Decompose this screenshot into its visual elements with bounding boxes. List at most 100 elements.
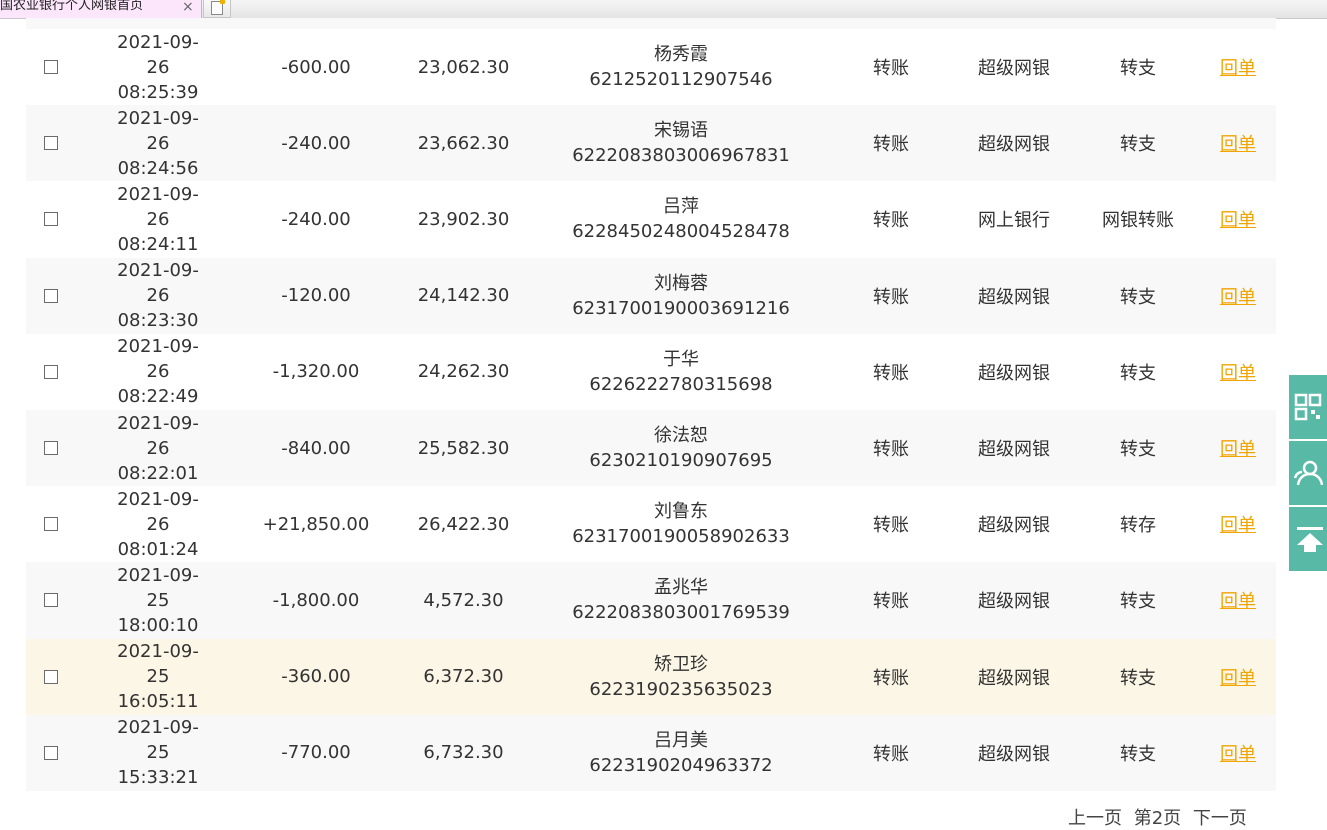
table-row: 2021-09-25 16:05:11 -360.00 6,372.30 矫卫珍 6223… — [26, 638, 1276, 715]
counterparty-cell: 杨秀霞 6212520112907546 — [556, 29, 806, 105]
receipt-link[interactable]: 回单 — [1220, 435, 1256, 461]
row-checkbox[interactable] — [44, 212, 58, 227]
counterparty-name: 吕月美 — [654, 729, 708, 751]
transaction-type-cell: 转账 — [873, 515, 909, 537]
table-body: 2021-09-26 08:25:39 -600.00 23,062.30 杨秀霞 621… — [26, 29, 1276, 791]
table-row: 2021-09-26 08:23:30 -120.00 24,142.30 刘梅蓉 623… — [26, 257, 1276, 334]
transaction-type-cell: 转账 — [873, 58, 909, 80]
datetime-cell: 2021-09-26 08:25:39 — [108, 29, 208, 105]
row-checkbox[interactable] — [44, 364, 58, 379]
transaction-table: 2021-09-26 08:25:39 -600.00 23,062.30 杨秀霞 621… — [26, 18, 1276, 791]
receipt-link[interactable]: 回单 — [1220, 206, 1256, 232]
qr-code-button[interactable] — [1289, 375, 1327, 439]
table-row: 2021-09-26 08:22:01 -840.00 25,582.30 徐法恕 623… — [26, 409, 1276, 487]
receipt-link[interactable]: 回单 — [1220, 54, 1256, 80]
table-row: 2021-09-25 15:33:21 -770.00 6,732.30 吕月美 6223… — [26, 714, 1276, 791]
transaction-date: 2021-09-26 — [117, 412, 199, 459]
channel-cell: 网上银行 — [978, 210, 1050, 232]
summary-cell: 转支 — [1120, 667, 1156, 689]
counterparty-name: 吕萍 — [663, 196, 699, 218]
transaction-time: 08:25:39 — [117, 81, 199, 103]
row-checkbox[interactable] — [44, 745, 58, 760]
amount-cell: -840.00 — [281, 437, 351, 459]
back-to-top-button[interactable] — [1289, 507, 1327, 571]
browser-tab[interactable]: 国农业银行个人网银首页 × — [0, 0, 202, 18]
close-icon[interactable]: × — [182, 0, 194, 14]
new-tab-button[interactable] — [203, 0, 231, 18]
transaction-date: 2021-09-25 — [117, 564, 199, 611]
transaction-date: 2021-09-26 — [117, 107, 199, 154]
table-row: 2021-09-26 08:22:49 -1,320.00 24,262.30 于华 62… — [26, 333, 1276, 410]
counterparty-account: 6228450248004528478 — [572, 221, 790, 243]
receipt-cell: 回单 — [1213, 105, 1263, 181]
transaction-time: 15:33:21 — [117, 767, 199, 789]
row-checkbox[interactable] — [44, 288, 58, 303]
balance-cell: 23,062.30 — [417, 56, 510, 78]
receipt-link[interactable]: 回单 — [1220, 740, 1256, 766]
counterparty-account: 6222083803001769539 — [572, 602, 790, 624]
channel-cell: 超级网银 — [978, 58, 1050, 80]
receipt-cell: 回单 — [1213, 258, 1263, 334]
counterparty-account: 6231700190058902633 — [572, 526, 790, 548]
channel-cell: 超级网银 — [978, 515, 1050, 537]
receipt-cell: 回单 — [1213, 29, 1263, 105]
row-checkbox[interactable] — [44, 669, 58, 684]
row-checkbox[interactable] — [44, 60, 58, 75]
transaction-date: 2021-09-26 — [117, 336, 199, 383]
row-checkbox[interactable] — [44, 136, 58, 151]
transaction-date: 2021-09-25 — [117, 641, 199, 688]
row-checkbox[interactable] — [44, 517, 58, 532]
transaction-date: 2021-09-26 — [117, 183, 199, 230]
row-select-cell — [26, 105, 76, 181]
amount-cell: -240.00 — [281, 208, 351, 230]
receipt-cell: 回单 — [1213, 181, 1263, 257]
row-select-cell — [26, 715, 76, 791]
receipt-cell: 回单 — [1213, 715, 1263, 791]
row-checkbox[interactable] — [44, 593, 58, 608]
receipt-link[interactable]: 回单 — [1220, 511, 1256, 537]
floating-toolbar — [1289, 375, 1327, 573]
balance-cell: 6,732.30 — [423, 742, 504, 764]
pagination: 上一页 第2页 下一页 — [1068, 804, 1253, 830]
amount-cell: -600.00 — [281, 56, 351, 78]
counterparty-name: 杨秀霞 — [654, 44, 708, 66]
receipt-link[interactable]: 回单 — [1220, 587, 1256, 613]
transaction-date: 2021-09-26 — [117, 488, 199, 535]
counterparty-account: 6222083803006967831 — [572, 145, 790, 167]
next-page-link[interactable]: 下一页 — [1193, 808, 1247, 829]
counterparty-cell: 徐法恕 6230210190907695 — [556, 410, 806, 486]
receipt-link[interactable]: 回单 — [1220, 283, 1256, 309]
table-row: 2021-09-26 08:01:24 +21,850.00 26,422.30 刘鲁东… — [26, 486, 1276, 563]
current-page-label: 第2页 — [1133, 808, 1182, 829]
datetime-cell: 2021-09-26 08:22:49 — [108, 334, 208, 410]
table-row: 2021-09-25 18:00:10 -1,800.00 4,572.30 孟兆华 62… — [26, 562, 1276, 639]
transaction-time: 08:01:24 — [117, 538, 199, 560]
transaction-time: 18:00:10 — [117, 614, 199, 636]
receipt-link[interactable]: 回单 — [1220, 359, 1256, 385]
customer-service-button[interactable] — [1289, 441, 1327, 505]
datetime-cell: 2021-09-25 16:05:11 — [108, 639, 208, 715]
balance-cell: 26,422.30 — [417, 513, 510, 535]
row-select-cell — [26, 562, 76, 638]
balance-cell: 6,372.30 — [423, 666, 504, 688]
counterparty-name: 于华 — [663, 348, 699, 370]
datetime-cell: 2021-09-25 18:00:10 — [108, 562, 208, 638]
balance-cell: 25,582.30 — [417, 437, 510, 459]
counterparty-account: 6226222780315698 — [589, 373, 773, 395]
transaction-type-cell: 转账 — [873, 591, 909, 613]
balance-cell: 23,662.30 — [417, 132, 510, 154]
row-checkbox[interactable] — [44, 441, 58, 456]
counterparty-name: 徐法恕 — [654, 425, 708, 447]
summary-cell: 转支 — [1120, 134, 1156, 156]
balance-cell: 23,902.30 — [417, 208, 510, 230]
channel-cell: 超级网银 — [978, 667, 1050, 689]
summary-cell: 转支 — [1120, 286, 1156, 308]
counterparty-account: 6223190204963372 — [589, 754, 773, 776]
counterparty-account: 6231700190003691216 — [572, 297, 790, 319]
datetime-cell: 2021-09-26 08:22:01 — [108, 410, 208, 486]
transaction-type-cell: 转账 — [873, 286, 909, 308]
customer-service-icon — [1293, 460, 1323, 486]
receipt-link[interactable]: 回单 — [1220, 664, 1256, 690]
receipt-link[interactable]: 回单 — [1220, 130, 1256, 156]
prev-page-link[interactable]: 上一页 — [1068, 808, 1122, 829]
